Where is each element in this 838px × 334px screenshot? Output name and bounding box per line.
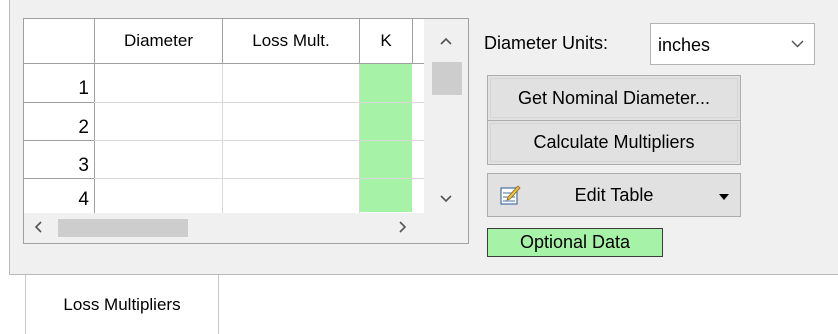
chevron-right-icon[interactable] <box>399 221 407 236</box>
grid-divider <box>412 19 413 63</box>
row-header[interactable]: 2 <box>24 103 94 141</box>
dropdown-caret-icon <box>719 187 729 203</box>
chevron-up-icon[interactable] <box>440 33 452 48</box>
k-column-cells[interactable] <box>360 64 412 212</box>
vertical-scroll-thumb[interactable] <box>432 62 462 95</box>
edit-table-label: Edit Table <box>574 184 654 205</box>
tab-loss-multipliers[interactable]: Loss Multipliers <box>25 275 219 334</box>
horizontal-scrollbar[interactable] <box>24 213 468 243</box>
row-header[interactable]: 1 <box>24 64 94 102</box>
diameter-units-select[interactable]: inches <box>650 23 815 65</box>
edit-table-icon <box>499 185 521 207</box>
get-nominal-diameter-button[interactable]: Get Nominal Diameter... <box>487 75 741 121</box>
optional-data-badge: Optional Data <box>487 228 663 257</box>
cell-diameter[interactable] <box>95 103 222 140</box>
grid-divider <box>222 19 223 63</box>
chevron-down-icon[interactable] <box>440 191 452 206</box>
grid-divider <box>359 19 360 63</box>
loss-multiplier-grid: Diameter Loss Mult. K 1 2 3 4 <box>23 18 469 244</box>
get-nominal-diameter-label: Get Nominal Diameter... <box>517 87 711 108</box>
cell-diameter[interactable] <box>95 141 222 178</box>
cell-diameter[interactable] <box>95 64 222 102</box>
cell-loss-mult[interactable] <box>223 103 359 140</box>
cell-loss-mult[interactable] <box>223 179 359 213</box>
row-header[interactable]: 4 <box>24 179 94 213</box>
diameter-units-label: Diameter Units: <box>484 33 609 53</box>
cell-loss-mult[interactable] <box>223 64 359 102</box>
diameter-units-value: inches <box>658 35 711 55</box>
chevron-left-icon[interactable] <box>34 221 42 236</box>
vertical-scrollbar[interactable] <box>424 19 468 213</box>
row-header[interactable]: 3 <box>24 141 94 179</box>
grid-corner-cell[interactable] <box>24 19 94 63</box>
horizontal-scroll-thumb[interactable] <box>58 219 188 237</box>
cell-loss-mult[interactable] <box>223 141 359 178</box>
chevron-down-icon <box>791 35 804 51</box>
cell-diameter[interactable] <box>95 179 222 213</box>
column-header-loss-mult[interactable]: Loss Mult. <box>223 19 359 63</box>
calculate-multipliers-label: Calculate Multipliers <box>533 132 695 152</box>
edit-table-button[interactable]: Edit Table <box>487 173 741 217</box>
calculate-multipliers-button[interactable]: Calculate Multipliers <box>487 120 741 165</box>
column-header-k[interactable]: K <box>360 19 412 63</box>
column-header-diameter[interactable]: Diameter <box>95 19 222 63</box>
